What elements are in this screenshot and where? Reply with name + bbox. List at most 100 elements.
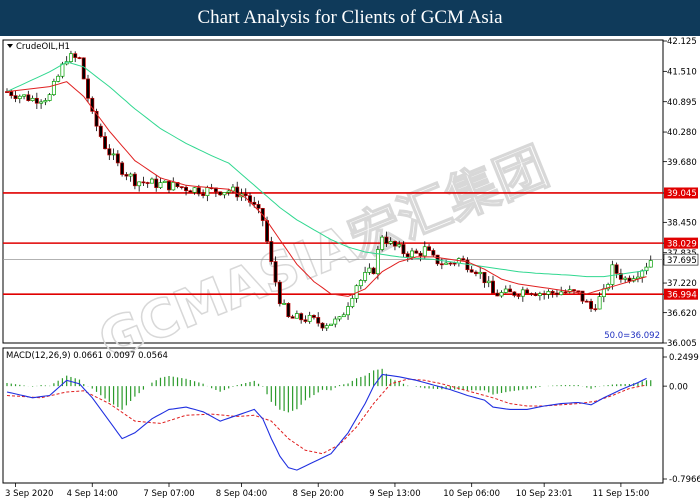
candle-body — [550, 291, 555, 294]
candle-body — [648, 260, 653, 268]
candle-body — [512, 291, 517, 296]
candle-body — [559, 291, 564, 296]
watermark: GCMASIA宏汇集团 — [90, 136, 557, 372]
candle-body — [256, 204, 261, 209]
candle-body — [201, 193, 206, 196]
candle-body — [363, 272, 368, 281]
candle-body — [537, 293, 542, 296]
candle-body — [499, 292, 504, 297]
candle-body — [431, 250, 436, 256]
candle-body — [610, 264, 615, 285]
candle-body — [508, 288, 513, 293]
candle-body — [503, 288, 508, 293]
candle-body — [47, 94, 52, 101]
watermark-text: GCMASIA宏汇集团 — [91, 137, 557, 372]
candle-body — [273, 261, 278, 283]
price-tick-label: 36.620 — [667, 309, 697, 319]
candle-body — [397, 244, 402, 247]
price-panel-frame — [2, 39, 664, 344]
fib-label: 50.0=36.092 — [604, 331, 660, 341]
level-label: 38.029 — [667, 239, 697, 249]
candle-body — [120, 162, 125, 175]
time-tick-label: 10 Sep 23:01 — [516, 489, 573, 499]
candle-body — [410, 250, 414, 258]
candle-body — [282, 303, 287, 305]
candle-body — [307, 315, 312, 322]
macd-axis: 0.2499 0.00 -0.7966 — [663, 353, 700, 485]
candle-body — [149, 178, 154, 184]
candle-body — [405, 253, 410, 258]
time-tick-label: 8 Sep 04:00 — [216, 489, 267, 499]
candle-body — [51, 81, 56, 95]
candle-body — [333, 318, 338, 325]
candle-body — [546, 291, 551, 295]
candle-body — [13, 95, 18, 99]
candle-body — [111, 153, 116, 156]
macd-indicator — [6, 368, 652, 471]
candle-body — [584, 300, 589, 303]
candle-body — [554, 292, 559, 296]
candle-body — [520, 289, 525, 297]
candle-body — [171, 182, 176, 191]
collapse-triangle-icon[interactable] — [7, 44, 13, 48]
candle-body — [22, 94, 27, 97]
candle-body — [188, 190, 193, 193]
candle-body — [401, 244, 406, 255]
candle-body — [533, 293, 538, 296]
candle-body — [601, 288, 606, 298]
candle-body — [495, 292, 500, 297]
candle-body — [179, 186, 184, 188]
symbol-label: CrudeOIL,H1 — [16, 42, 70, 52]
candle-body — [439, 263, 444, 266]
time-tick-label: 9 Sep 13:00 — [369, 489, 420, 499]
candle-body — [252, 201, 257, 205]
candle-body — [290, 316, 295, 319]
candle-body — [141, 181, 146, 184]
candle-body — [196, 187, 201, 195]
candle-body — [43, 100, 48, 103]
candle-body — [444, 262, 449, 265]
candle-body — [184, 186, 189, 192]
time-tick-label: 7 Sep 07:00 — [143, 489, 194, 499]
price-tick-label: 38.450 — [667, 219, 697, 229]
time-tick-label: 11 Sep 15:00 — [593, 489, 650, 499]
candle-body — [316, 317, 321, 324]
price-tick-label: 40.280 — [667, 128, 697, 138]
candle-body — [563, 291, 568, 294]
candle-body — [320, 322, 325, 329]
candle-body — [469, 269, 474, 273]
candle-body — [60, 63, 65, 77]
candle-body — [614, 264, 619, 274]
macd-label: MACD(12,26,9) 0.0661 0.0097 0.0564 — [6, 351, 168, 361]
candle-body — [303, 319, 308, 322]
candle-body — [529, 293, 534, 295]
price-tick-label: 40.895 — [667, 98, 697, 108]
candle-body — [145, 182, 150, 184]
candle-body — [542, 293, 547, 295]
time-tick-label: 8 Sep 20:00 — [293, 489, 344, 499]
candle-body — [516, 295, 521, 297]
price-axis: 42.125 41.510 40.895 40.280 39.680 39.045 38.4… — [663, 37, 699, 349]
macd-panel-frame — [2, 347, 664, 484]
candle-body — [103, 136, 108, 150]
candle-body — [107, 148, 112, 156]
macd-signal-line — [6, 378, 647, 455]
candle-body — [486, 280, 491, 284]
candle-body — [473, 271, 478, 275]
candle-body — [576, 290, 581, 293]
candle-body — [580, 290, 585, 302]
candle-body — [98, 125, 103, 137]
candle-body — [226, 190, 231, 193]
candle-body — [422, 246, 427, 257]
price-tick-label: 39.680 — [667, 158, 697, 168]
candle-body — [115, 153, 120, 164]
candle-body — [158, 182, 163, 188]
candle-body — [277, 281, 282, 305]
candle-body — [427, 246, 432, 251]
candle-body — [137, 181, 142, 187]
price-chart: GCMASIA宏汇集团 42.125 41.510 40.895 40.280 39.6… — [2, 37, 700, 499]
candle-body — [593, 308, 598, 311]
candle-body — [452, 262, 457, 265]
candle-body — [414, 250, 419, 254]
candle-body — [222, 192, 227, 196]
